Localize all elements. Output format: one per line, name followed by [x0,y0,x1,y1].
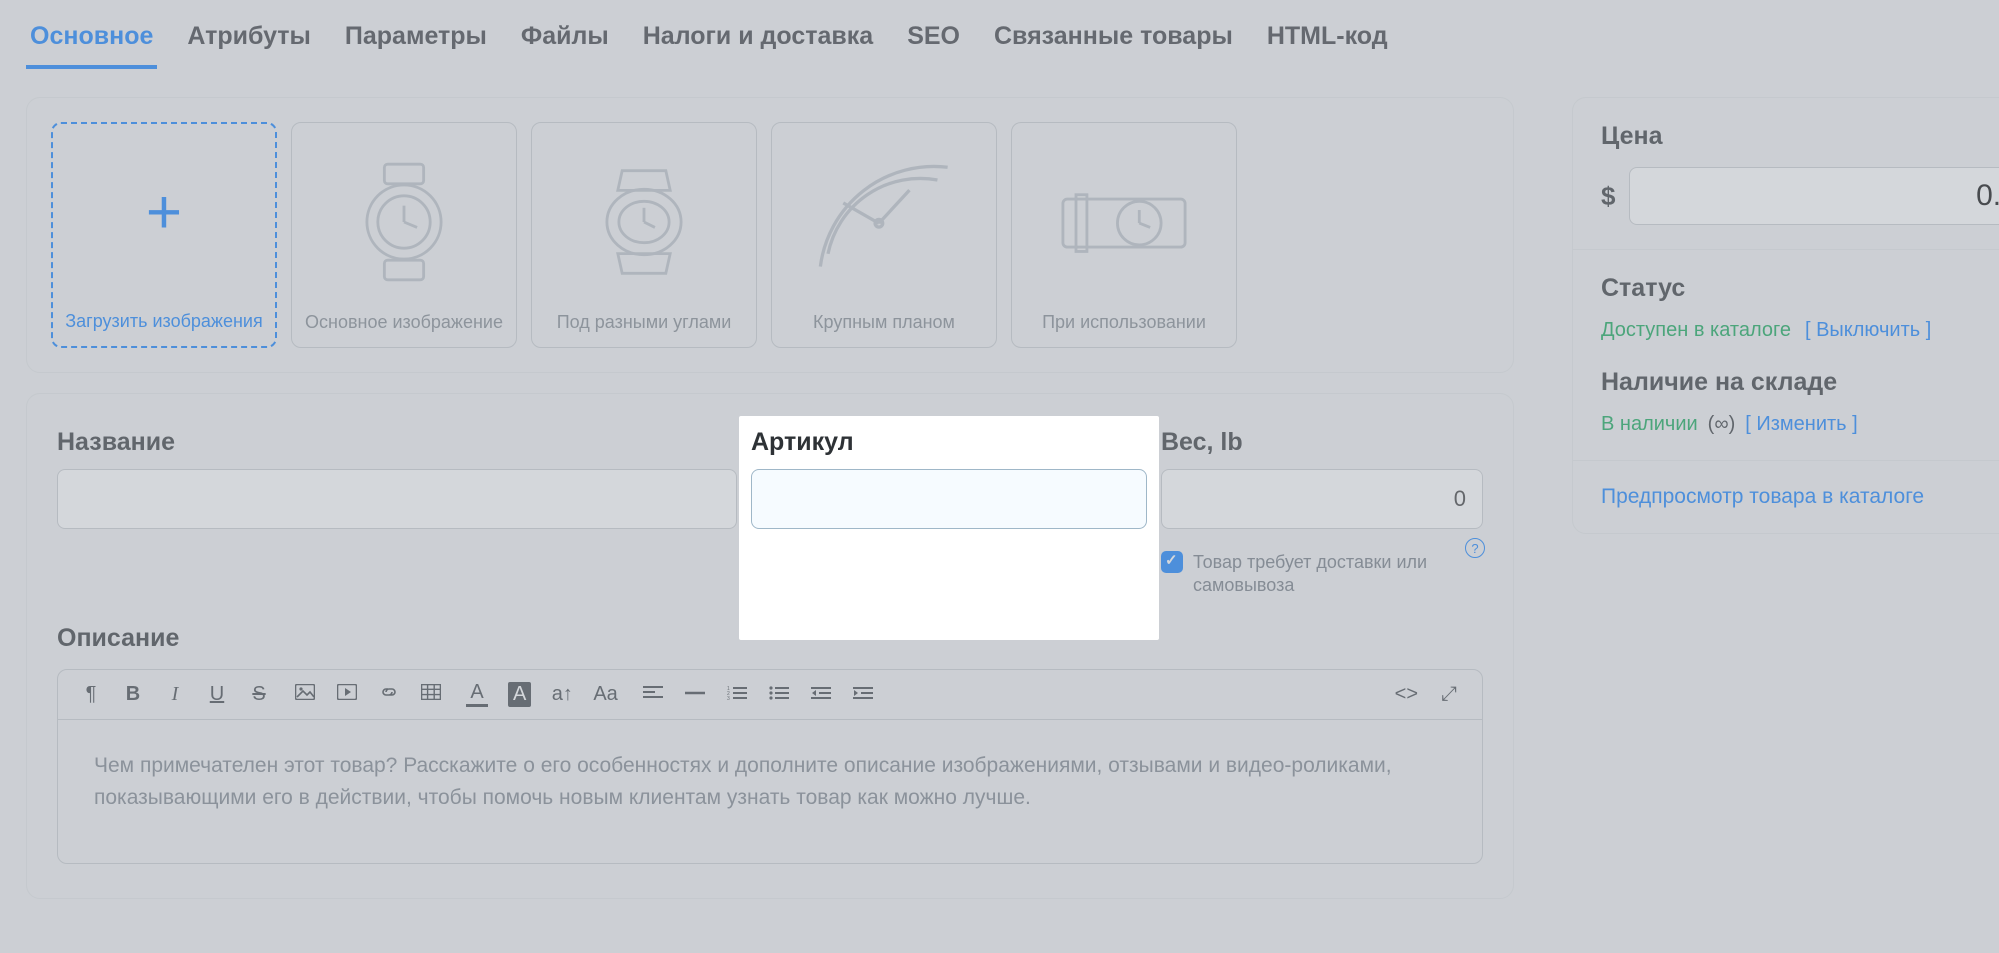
help-icon[interactable]: ? [1465,538,1485,558]
sku-label: Артикул [751,428,1147,457]
bold-icon[interactable]: B [122,683,144,706]
list-ordered-icon[interactable]: 123 [726,683,748,706]
weight-input[interactable] [1161,469,1483,529]
weight-label: Вес, lb [1161,428,1483,457]
svg-text:3: 3 [727,696,730,700]
case-icon[interactable]: a↑ [551,683,573,706]
stock-infinity: (∞) [1708,413,1736,436]
status-value: Доступен в каталоге [1601,319,1791,342]
stock-label: Наличие на складе [1601,368,1999,397]
strike-icon[interactable]: S [248,683,270,706]
table-icon[interactable] [420,683,442,706]
image-tile-label: Крупным планом [813,311,955,334]
paragraph-icon[interactable]: ¶ [80,683,102,706]
sku-highlight: Артикул [739,416,1159,640]
image-tile-label: Под разными углами [557,311,732,334]
image-tile-label: При использовании [1042,311,1206,334]
align-left-icon[interactable] [642,683,664,706]
rich-text-editor: ¶ B I U S A [57,669,1483,864]
image-tile-inuse[interactable]: При использовании [1011,122,1237,348]
shipping-checkbox-row[interactable]: Товар требует доставки или самовывоза [1161,551,1483,598]
image-tile-label: Основное изображение [305,311,503,334]
font-icon[interactable]: Aa [593,683,617,706]
code-view-icon[interactable]: <> [1395,683,1418,706]
watch-icon [1020,133,1228,311]
tab-params[interactable]: Параметры [341,16,491,69]
tab-main[interactable]: Основное [26,16,157,69]
upload-images-tile[interactable]: + Загрузить изображения [51,122,277,348]
preview-link[interactable]: Предпросмотр товара в каталоге [1573,461,1999,533]
sidebar-card: Цена $ Статус Доступен в каталоге [ Выкл… [1572,97,1999,534]
status-label: Статус [1601,274,1999,303]
image-icon[interactable] [294,683,316,706]
upload-images-label: Загрузить изображения [65,310,262,333]
watch-icon [300,133,508,311]
editor-toolbar: ¶ B I U S A [58,670,1482,720]
hr-icon[interactable] [684,683,706,706]
tab-seo[interactable]: SEO [903,16,964,69]
italic-icon[interactable]: I [164,683,186,706]
currency-symbol: $ [1601,181,1615,212]
video-icon[interactable] [336,683,358,706]
tab-related[interactable]: Связанные товары [990,16,1237,69]
underline-icon[interactable]: U [206,683,228,706]
watch-icon [540,133,748,311]
fullscreen-icon[interactable]: ⤢ [1438,683,1460,706]
editor-body[interactable]: Чем примечателен этот товар? Расскажите … [58,720,1482,863]
price-label: Цена [1601,122,1999,151]
price-input[interactable] [1629,167,1999,225]
plus-icon: + [146,182,182,244]
tab-files[interactable]: Файлы [517,16,613,69]
tab-tax-shipping[interactable]: Налоги и доставка [639,16,877,69]
stock-change-link[interactable]: [ Изменить ] [1745,413,1857,436]
tab-html[interactable]: HTML-код [1263,16,1392,69]
watch-icon [780,133,988,311]
status-disable-link[interactable]: [ Выключить ] [1805,319,1931,342]
images-card: + Загрузить изображения Основное изображ… [26,97,1514,373]
indent-icon[interactable] [852,683,874,706]
name-input[interactable] [57,469,737,529]
outdent-icon[interactable] [810,683,832,706]
text-color-icon[interactable]: A [466,682,488,707]
image-tile-angles[interactable]: Под разными углами [531,122,757,348]
name-label: Название [57,428,737,457]
image-tile-closeup[interactable]: Крупным планом [771,122,997,348]
tabs-bar: Основное Атрибуты Параметры Файлы Налоги… [26,0,1973,77]
tab-attributes[interactable]: Атрибуты [183,16,315,69]
link-icon[interactable] [378,683,400,706]
shipping-text: Товар требует доставки или самовывоза [1193,551,1483,598]
image-tile-main[interactable]: Основное изображение [291,122,517,348]
list-bullet-icon[interactable] [768,683,790,706]
stock-value: В наличии [1601,413,1698,436]
highlight-icon[interactable]: A [508,682,531,707]
check-icon[interactable] [1161,551,1183,573]
sku-input[interactable] [751,469,1147,529]
